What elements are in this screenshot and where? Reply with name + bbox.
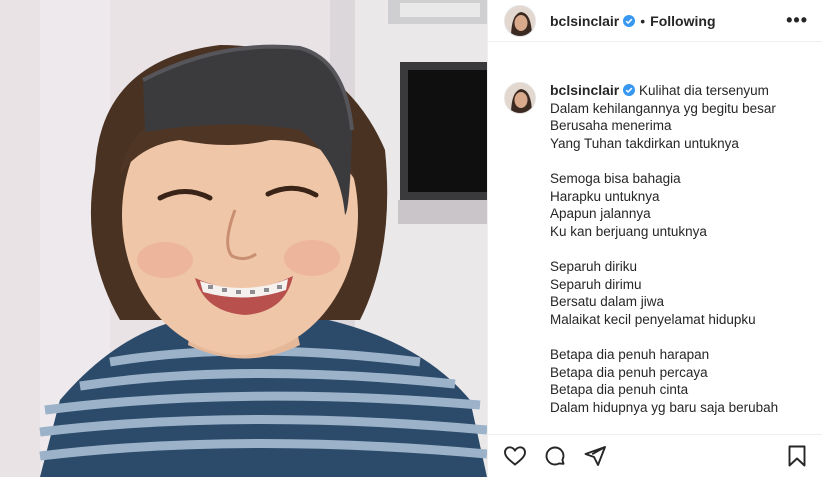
caption-stanza: Betapa dia penuh harapan Betapa dia penu… [550,346,778,416]
caption-line: bclsinclair Kulihat dia tersenyum [550,82,778,100]
caption-line: Bersatu dalam jiwa [550,294,665,310]
share-button[interactable] [582,443,608,469]
comment-icon [545,446,565,466]
caption-first-line: Kulihat dia tersenyum [639,83,769,98]
caption-author-avatar[interactable] [504,82,536,114]
verified-badge-icon [623,84,636,96]
caption-line: Betapa dia penuh cinta [550,382,689,398]
save-button[interactable] [784,443,810,469]
heart-icon [504,446,526,466]
caption-text: bclsinclair Kulihat dia tersenyum Dalam … [550,82,778,434]
post-header: bclsinclair • Following ••• [488,0,822,42]
avatar-image [505,5,535,36]
caption-stanza: bclsinclair Kulihat dia tersenyum Dalam … [550,82,778,152]
author-avatar[interactable] [504,4,536,37]
caption-username[interactable]: bclsinclair [550,82,619,98]
caption-line: Betapa dia penuh harapan [550,346,710,362]
caption-line: Ku kan berjuang untuknya [550,223,707,239]
avatar-image [505,83,535,113]
caption-line: Berusaha menerima [550,118,672,134]
post-sidebar: bclsinclair • Following ••• bclsinclair … [487,0,822,477]
caption-line: Semoga bisa bahagia [550,170,681,186]
caption-line: Apapun jalannya [550,206,651,222]
caption-line: Separuh dirimu [550,276,642,292]
comment-button[interactable] [542,443,568,469]
paper-plane-icon [584,446,606,466]
like-button[interactable] [502,443,528,469]
caption-line: Yang Tuhan takdirkan untuknya [550,135,739,151]
more-options-icon[interactable]: ••• [786,10,808,31]
verified-badge-icon [623,14,636,27]
caption-line: Malaikat kecil penyelamat hidupku [550,311,756,327]
post-photo[interactable] [0,0,487,477]
following-button[interactable]: Following [650,13,715,29]
instagram-post: bclsinclair • Following ••• bclsinclair … [0,0,822,477]
post-actions-bar [488,434,822,477]
caption-line: Dalam hidupnya yg baru saja berubah [550,399,779,415]
caption-line: Separuh diriku [550,258,638,274]
separator-dot: • [640,12,646,29]
caption-line: Betapa dia penuh percaya [550,364,708,380]
caption-stanza: Semoga bisa bahagia Harapku untuknya Apa… [550,170,778,240]
post-caption: bclsinclair Kulihat dia tersenyum Dalam … [488,42,822,434]
caption-stanza: Separuh diriku Separuh dirimu Bersatu da… [550,258,778,328]
bookmark-icon [788,445,806,467]
caption-line: Harapku untuknya [550,188,660,204]
photo-illustration [0,0,487,477]
author-username[interactable]: bclsinclair [550,13,619,29]
caption-line: Dalam kehilangannya yg begitu besar [550,100,776,116]
